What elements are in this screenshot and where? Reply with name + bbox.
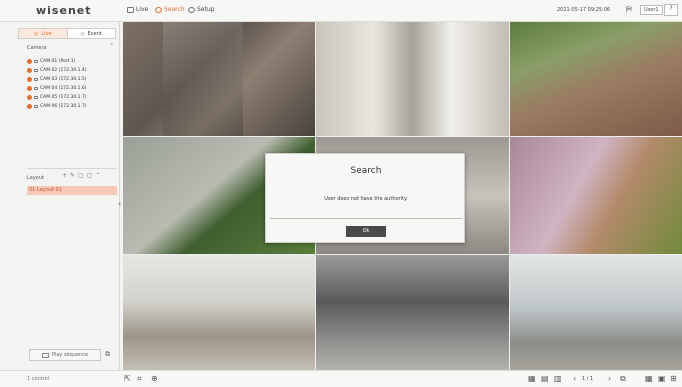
camera-section-title: Camera (27, 45, 47, 51)
menu-search-label: Search (164, 6, 185, 13)
collapse-caret-icon[interactable]: ⌃ (109, 43, 114, 50)
grid-2-icon[interactable]: ▤ (541, 374, 549, 383)
ptz-icon[interactable]: ⊕ (151, 374, 158, 383)
camera-list: CAM 01 (Port 1) CAM 02 (172.30.1.4) CAM … (27, 57, 117, 111)
layout-item[interactable]: 01 Layout 01 (27, 186, 117, 195)
search-icon (155, 6, 162, 13)
menu-live[interactable]: Live (127, 6, 148, 13)
video-tile[interactable] (510, 22, 682, 136)
fullscreen-icon[interactable]: ⧉ (620, 374, 626, 384)
menu-search[interactable]: Search (155, 6, 185, 13)
sidebar-tabs: ◎ Live ◇ Event (18, 28, 116, 39)
status-dot-icon (27, 86, 32, 91)
status-dot-icon (27, 104, 32, 109)
camera-label: CAM 02 (172.30.1.4) (40, 68, 87, 73)
dialog-divider (270, 218, 462, 219)
camera-label: CAM 05 (172.30.1.7) (40, 95, 87, 100)
sequence-settings-icon[interactable]: ⧉ (105, 350, 110, 359)
camera-item[interactable]: CAM 05 (172.30.1.7) (27, 93, 117, 102)
video-tile[interactable] (316, 255, 509, 372)
video-tile[interactable] (123, 22, 315, 136)
camera-item[interactable]: CAM 01 (Port 1) (27, 57, 117, 66)
status-dot-icon (27, 68, 32, 73)
camera-icon (34, 69, 38, 72)
sequence-icon (41, 352, 49, 358)
prev-page-icon[interactable]: ‹ (573, 374, 576, 383)
page-indicator: 1 / 1 (582, 376, 594, 382)
play-sequence-button[interactable]: Play sequence (29, 349, 101, 361)
menu-setup-label: Setup (197, 6, 215, 13)
grid-1-icon[interactable]: ▦ (528, 374, 536, 383)
export-icon[interactable]: ⇱ (124, 374, 131, 383)
play-sequence-label: Play sequence (51, 352, 89, 358)
camera-icon (34, 96, 38, 99)
status-dot-icon (27, 77, 32, 82)
layout-2-icon[interactable]: ▣ (658, 374, 666, 383)
notification-icon[interactable]: ⛿ (626, 5, 632, 15)
datetime: 2021-05-17 09:25:06 (557, 7, 611, 13)
gear-icon (188, 6, 195, 13)
sidebar-collapse-icon[interactable]: ‹ (118, 199, 121, 208)
layout-1-icon[interactable]: ▦ (645, 374, 653, 383)
camera-item[interactable]: CAM 04 (172.30.1.6) (27, 84, 117, 93)
copy-icon[interactable]: ▢ (78, 172, 87, 179)
user-button[interactable]: User1 (640, 5, 663, 15)
camera-label: CAM 03 (172.30.1.5) (40, 77, 87, 82)
exit-button[interactable]: ? (664, 4, 678, 16)
layout-section-title: Layout (27, 175, 44, 181)
camera-icon (34, 87, 38, 90)
menu-setup[interactable]: Setup (188, 6, 214, 13)
camera-icon: ◎ (33, 30, 39, 37)
tab-live-label: Live (41, 30, 52, 37)
camera-label: CAM 01 (Port 1) (40, 59, 76, 64)
tab-live[interactable]: ◎ Live (19, 29, 68, 38)
status-dot-icon (27, 95, 32, 100)
collapse-icon[interactable]: ⌃ (95, 172, 103, 179)
add-icon[interactable]: + (62, 172, 70, 179)
divider (27, 168, 117, 169)
top-bar: wisenet Live Search Setup 2021-05-17 09:… (0, 0, 682, 22)
camera-icon (34, 78, 38, 81)
camera-label: CAM 06 (172.30.1.7) (40, 104, 87, 109)
camera-icon (34, 60, 38, 63)
cameras-icon[interactable]: ⌗ (137, 374, 142, 384)
app-window: wisenet Live Search Setup 2021-05-17 09:… (0, 0, 682, 387)
dialog-message: User does not have the authority. (324, 196, 408, 202)
camera-item[interactable]: CAM 06 (172.30.1.7) (27, 102, 117, 111)
ok-button[interactable]: Ok (346, 226, 386, 237)
tab-event[interactable]: ◇ Event (68, 29, 116, 38)
logo: wisenet (36, 4, 92, 17)
camera-item[interactable]: CAM 02 (172.30.1.4) (27, 66, 117, 75)
video-tile[interactable] (510, 255, 682, 372)
layout-3-icon[interactable]: ⊞ (670, 374, 677, 383)
monitor-icon (127, 6, 134, 13)
video-tile[interactable] (510, 137, 682, 254)
camera-icon (34, 105, 38, 108)
sidebar: ◎ Live ◇ Event Camera ⌃ CAM 01 (Port 1) … (0, 22, 121, 370)
grid-3-icon[interactable]: ▥ (554, 374, 562, 383)
status-dot-icon (27, 59, 32, 64)
next-page-icon[interactable]: › (608, 374, 611, 383)
bottom-bar: 1 control ⇱ ⌗ ⊕ ▦ ▤ ▥ ‹ 1 / 1 › ⧉ ▦ ▣ ⊞ (0, 370, 682, 387)
camera-label: CAM 04 (172.30.1.6) (40, 86, 87, 91)
layout-tools: +✎▢▢⌃ (62, 172, 103, 179)
bell-icon: ◇ (80, 30, 85, 37)
camera-item[interactable]: CAM 03 (172.30.1.5) (27, 75, 117, 84)
menu-live-label: Live (136, 6, 149, 13)
edit-icon[interactable]: ✎ (70, 172, 78, 179)
dialog-title: Search (350, 166, 382, 176)
status-text: 1 control (27, 376, 50, 382)
video-tile[interactable] (123, 255, 315, 372)
search-dialog: Search User does not have the authority.… (265, 153, 465, 243)
tab-event-label: Event (87, 30, 102, 37)
video-tile[interactable] (316, 22, 509, 136)
